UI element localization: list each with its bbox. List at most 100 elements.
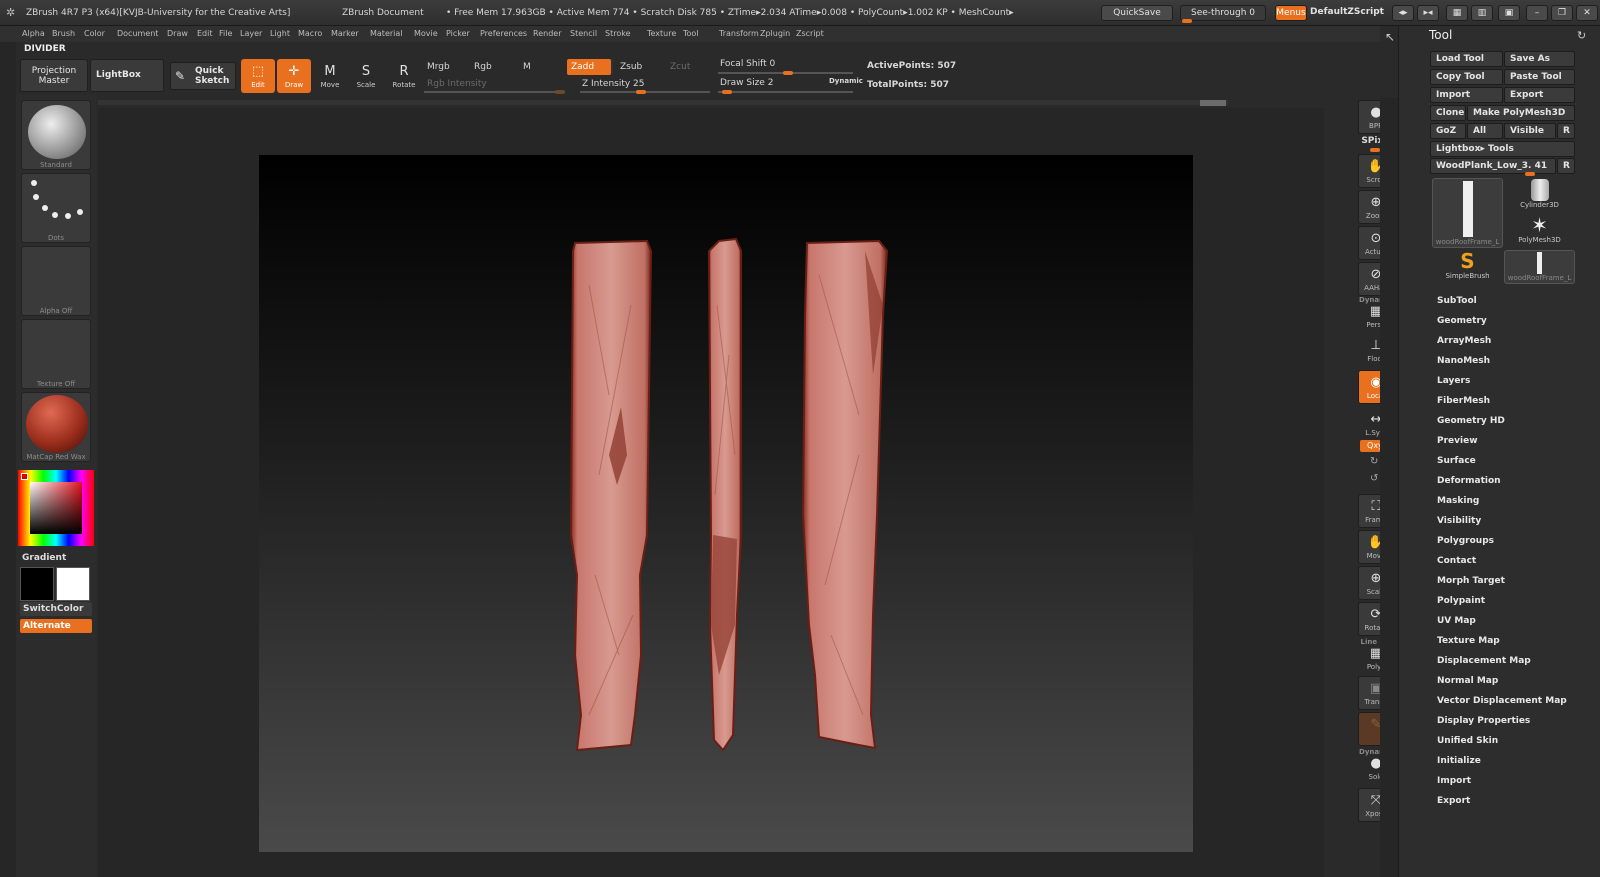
goz-r-button[interactable]: R [1557, 123, 1575, 139]
menu-tool[interactable]: Tool [683, 29, 699, 38]
menu-material[interactable]: Material [370, 29, 403, 38]
current-tool-r-button[interactable]: R [1557, 158, 1575, 174]
import-tool-button[interactable]: Import [1430, 87, 1503, 103]
see-through-handle[interactable] [1182, 19, 1192, 23]
lightbox-tools-button[interactable]: Lightbox▸ Tools [1430, 141, 1575, 157]
rgb-intensity-slider[interactable]: Rgb Intensity [427, 79, 487, 89]
stroke-picker[interactable]: Dots [21, 173, 91, 243]
section-layers[interactable]: Layers [1437, 376, 1470, 386]
switch-color-button[interactable]: SwitchColor [20, 602, 92, 616]
menu-edit[interactable]: Edit [197, 29, 213, 38]
section-nanomesh[interactable]: NanoMesh [1437, 356, 1490, 366]
focal-shift-handle[interactable] [783, 71, 793, 75]
see-through-slider[interactable]: See-through 0 [1180, 5, 1266, 21]
tool-palette-pin-icon[interactable]: ↖ [1385, 30, 1395, 44]
draw-size-handle[interactable] [722, 90, 732, 94]
brush-picker[interactable]: Standard [21, 100, 91, 170]
menu-movie[interactable]: Movie [414, 29, 438, 38]
tool-thumb-woodroofframe-2[interactable]: woodRoofFrame_L [1504, 250, 1575, 284]
color-picker[interactable] [18, 470, 94, 546]
next-layout-icon[interactable]: ▸◂ [1417, 5, 1439, 21]
rgb-toggle[interactable]: Rgb [474, 62, 492, 72]
zcut-button[interactable]: Zcut [670, 62, 690, 72]
section-texture-map[interactable]: Texture Map [1437, 636, 1500, 646]
menu-draw[interactable]: Draw [167, 29, 188, 38]
menu-render[interactable]: Render [533, 29, 561, 38]
menu-document[interactable]: Document [117, 29, 158, 38]
section-deformation[interactable]: Deformation [1437, 476, 1501, 486]
save-as-button[interactable]: Save As [1504, 51, 1575, 67]
menu-zplugin[interactable]: Zplugin [760, 29, 790, 38]
section-surface[interactable]: Surface [1437, 456, 1476, 466]
document-canvas[interactable] [259, 155, 1193, 852]
draw-button[interactable]: ✛ Draw [277, 59, 311, 93]
menu-stencil[interactable]: Stencil [570, 29, 597, 38]
rotate-z-icon[interactable]: ↺ [1370, 473, 1378, 484]
maximize-icon[interactable]: ❐ [1551, 5, 1573, 21]
goz-button[interactable]: GoZ [1430, 123, 1466, 139]
rotate-y-icon[interactable]: ↻ [1370, 456, 1378, 467]
section-contact[interactable]: Contact [1437, 556, 1476, 566]
goz-all-button[interactable]: All [1467, 123, 1503, 139]
quicksave-button[interactable]: QuickSave [1101, 5, 1173, 21]
projection-master-button[interactable]: Projection Master [20, 59, 88, 92]
draw-size-slider[interactable]: Draw Size 2 [720, 78, 773, 88]
menu-preferences[interactable]: Preferences [480, 29, 527, 38]
tool-thumb-cylinder[interactable]: Cylinder3D [1504, 178, 1575, 212]
rgb-intensity-handle[interactable] [555, 90, 565, 94]
section-normal-map[interactable]: Normal Map [1437, 676, 1498, 686]
make-polymesh-button[interactable]: Make PolyMesh3D [1467, 105, 1575, 121]
menu-layer[interactable]: Layer [240, 29, 262, 38]
menu-picker[interactable]: Picker [446, 29, 470, 38]
layout-icon[interactable]: ▦ [1446, 5, 1468, 21]
tool-thumb-simplebrush[interactable]: S SimpleBrush [1432, 250, 1503, 284]
zadd-button[interactable]: Zadd [567, 59, 613, 75]
section-fibermesh[interactable]: FiberMesh [1437, 396, 1490, 406]
section-uv-map[interactable]: UV Map [1437, 616, 1476, 626]
load-tool-button[interactable]: Load Tool [1430, 51, 1503, 67]
focal-shift-slider[interactable]: Focal Shift 0 [720, 59, 775, 69]
scale-button[interactable]: S Scale [349, 59, 383, 93]
shelf-scrollbar[interactable] [98, 100, 1228, 105]
section-geometry-hd[interactable]: Geometry HD [1437, 416, 1505, 426]
section-subtool[interactable]: SubTool [1437, 296, 1477, 306]
menu-transform[interactable]: Transform [719, 29, 759, 38]
current-tool-handle[interactable] [1525, 172, 1535, 176]
section-morph-target[interactable]: Morph Target [1437, 576, 1505, 586]
prev-layout-icon[interactable]: ◂▸ [1392, 5, 1414, 21]
menu-zscript[interactable]: Zscript [796, 29, 824, 38]
lightbox-button[interactable]: LightBox [90, 59, 164, 92]
rotate-button[interactable]: R Rotate [387, 59, 421, 93]
alternate-button[interactable]: Alternate [20, 619, 92, 633]
right-tray-edge[interactable] [1380, 98, 1398, 877]
move-button[interactable]: M Move [313, 59, 347, 93]
close-icon[interactable]: ✕ [1576, 5, 1598, 21]
section-masking[interactable]: Masking [1437, 496, 1479, 506]
m-toggle[interactable]: M [523, 62, 531, 72]
section-initialize[interactable]: Initialize [1437, 756, 1481, 766]
menus-button[interactable]: Menus [1275, 5, 1307, 21]
tool-palette-refresh-icon[interactable]: ↻ [1577, 29, 1586, 42]
menu-marker[interactable]: Marker [331, 29, 359, 38]
spix-handle[interactable] [1370, 148, 1380, 152]
menu-brush[interactable]: Brush [52, 29, 75, 38]
alpha-picker[interactable]: Alpha Off [21, 246, 91, 316]
z-intensity-handle[interactable] [636, 90, 646, 94]
menu-macro[interactable]: Macro [298, 29, 322, 38]
secondary-color-swatch[interactable] [56, 567, 90, 601]
section-display-properties[interactable]: Display Properties [1437, 716, 1530, 726]
dynamic-toggle[interactable]: Dynamic [829, 77, 863, 85]
menu-file[interactable]: File [219, 29, 232, 38]
copy-tool-button[interactable]: Copy Tool [1430, 69, 1503, 85]
tool-thumb-polymesh[interactable]: ✶ PolyMesh3D [1504, 214, 1575, 248]
section-arraymesh[interactable]: ArrayMesh [1437, 336, 1491, 346]
lock-icon[interactable]: ▣ [1498, 5, 1520, 21]
section-polygroups[interactable]: Polygroups [1437, 536, 1494, 546]
shelf-scroll-thumb[interactable] [1200, 100, 1226, 106]
export-tool-button[interactable]: Export [1504, 87, 1575, 103]
section-geometry[interactable]: Geometry [1437, 316, 1487, 326]
menu-alpha[interactable]: Alpha [22, 29, 45, 38]
section-visibility[interactable]: Visibility [1437, 516, 1481, 526]
menu-texture[interactable]: Texture [647, 29, 676, 38]
z-intensity-slider[interactable]: Z Intensity 25 [582, 79, 645, 89]
